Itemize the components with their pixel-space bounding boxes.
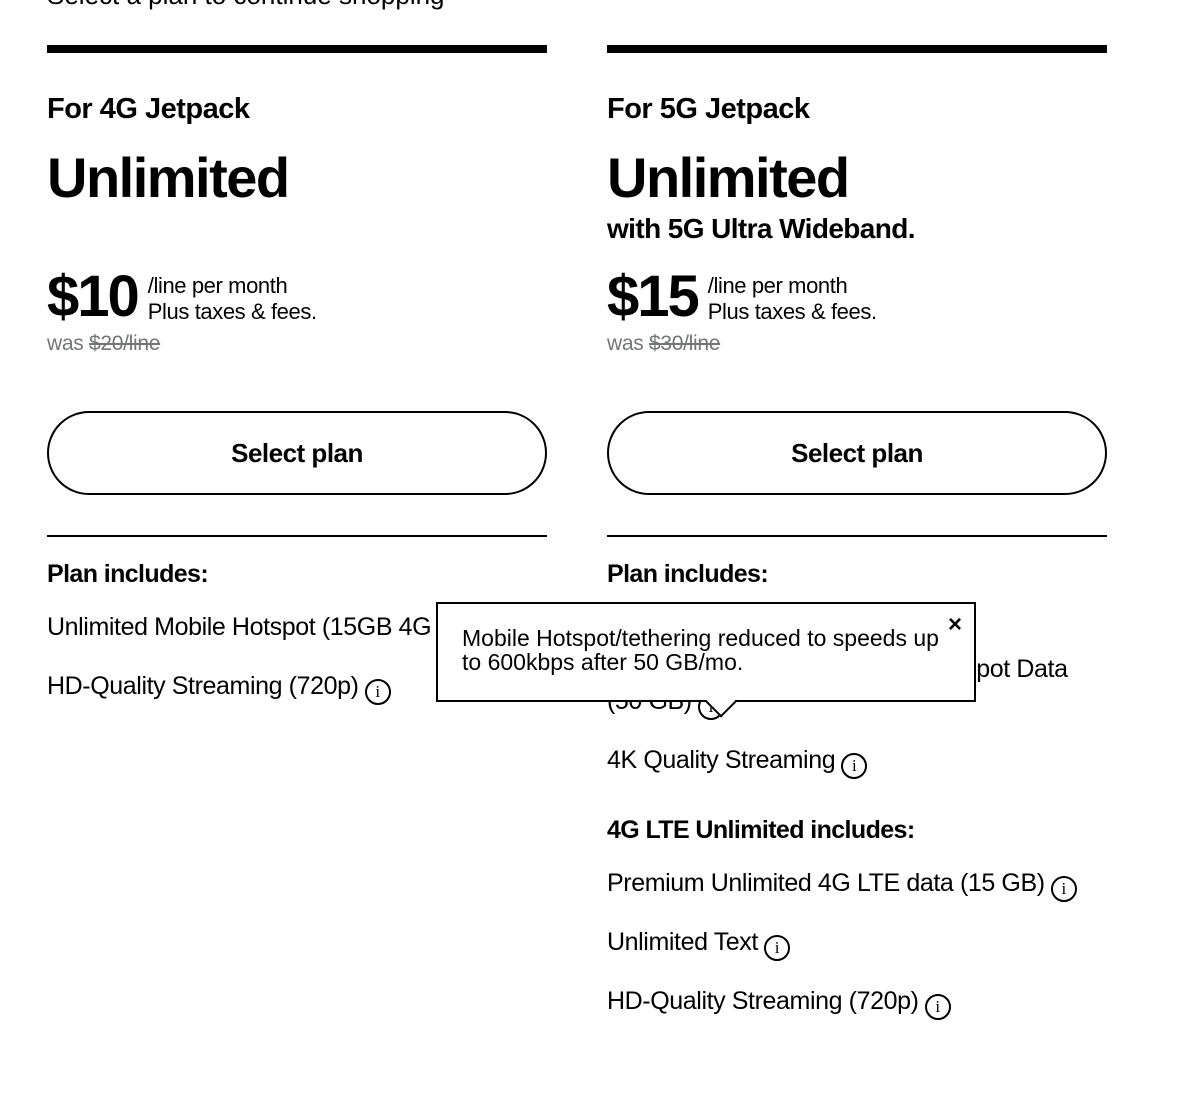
plan-device-label: For 5G Jetpack xyxy=(607,93,810,125)
feature-label: Unlimited Mobile Hotspot (15GB 4G LTE) xyxy=(47,613,489,641)
was-label: was xyxy=(607,332,644,355)
info-icon[interactable]: i xyxy=(763,935,790,961)
page-heading-cut: Select a plan to continue shopping xyxy=(47,0,445,11)
price-unit: /line per month xyxy=(707,273,848,298)
price-row: $15 /line per month Plus taxes & fees. xyxy=(607,267,1107,327)
plan-price: $15 xyxy=(607,264,700,329)
plan-card-5g-jetpack: For 5G Jetpack Unlimited with 5G Ultra W… xyxy=(607,45,1107,1020)
close-icon[interactable]: × xyxy=(948,612,962,638)
was-label: was xyxy=(47,332,84,355)
feature-unlimited-text: Unlimited Text i xyxy=(607,926,1107,961)
was-price: was $20/line xyxy=(47,331,547,357)
feature-lte-data: Premium Unlimited 4G LTE data (15 GB) i xyxy=(607,867,1107,902)
info-icon[interactable]: i xyxy=(841,753,868,779)
info-icon[interactable]: i xyxy=(1050,876,1077,902)
plan-subtitle: with 5G Ultra Wideband. xyxy=(607,213,916,244)
price-note: /line per month Plus taxes & fees. xyxy=(708,273,877,325)
price-note: /line per month Plus taxes & fees. xyxy=(148,273,317,325)
was-price-value: $30/line xyxy=(649,332,721,355)
feature-4k-streaming: 4K Quality Streaming i xyxy=(607,744,1107,779)
hotspot-tooltip: Mobile Hotspot/tethering reduced to spee… xyxy=(436,602,976,718)
feature-label: Premium Unlimited 4G LTE data (15 GB) xyxy=(607,869,1045,897)
price-row: $10 /line per month Plus taxes & fees. xyxy=(47,267,547,327)
select-plan-button[interactable]: Select plan xyxy=(607,411,1107,495)
plan-subtitle xyxy=(47,211,547,247)
plan-includes-title: Plan includes: xyxy=(47,560,209,588)
feature-label: HD-Quality Streaming (720p) xyxy=(607,987,919,1015)
plan-device-label: For 4G Jetpack xyxy=(47,93,250,125)
was-price-value: $20/line xyxy=(89,332,161,355)
plan-top-bar xyxy=(607,45,1107,53)
feature-hd-streaming: HD-Quality Streaming (720p) i xyxy=(607,985,1107,1020)
feature-label: Unlimited Text xyxy=(607,928,758,956)
price-taxes-note: Plus taxes & fees. xyxy=(147,299,317,324)
section-divider xyxy=(47,535,547,537)
plan-name: Unlimited xyxy=(607,146,850,209)
plan-top-bar xyxy=(47,45,547,53)
lte-includes-title: 4G LTE Unlimited includes: xyxy=(607,816,915,844)
feature-label: HD-Quality Streaming (720p) xyxy=(47,672,359,700)
info-icon[interactable]: i xyxy=(924,994,951,1020)
price-taxes-note: Plus taxes & fees. xyxy=(707,299,877,324)
plan-price: $10 xyxy=(47,264,140,329)
was-price: was $30/line xyxy=(607,331,1107,357)
plan-name: Unlimited xyxy=(47,146,290,209)
info-icon[interactable]: i xyxy=(364,679,391,705)
tooltip-text: Mobile Hotspot/tethering reduced to spee… xyxy=(462,625,939,675)
section-divider xyxy=(607,535,1107,537)
price-unit: /line per month xyxy=(147,273,288,298)
select-plan-button[interactable]: Select plan xyxy=(47,411,547,495)
feature-label: 4K Quality Streaming xyxy=(607,746,836,774)
plan-includes-title: Plan includes: xyxy=(607,560,769,588)
